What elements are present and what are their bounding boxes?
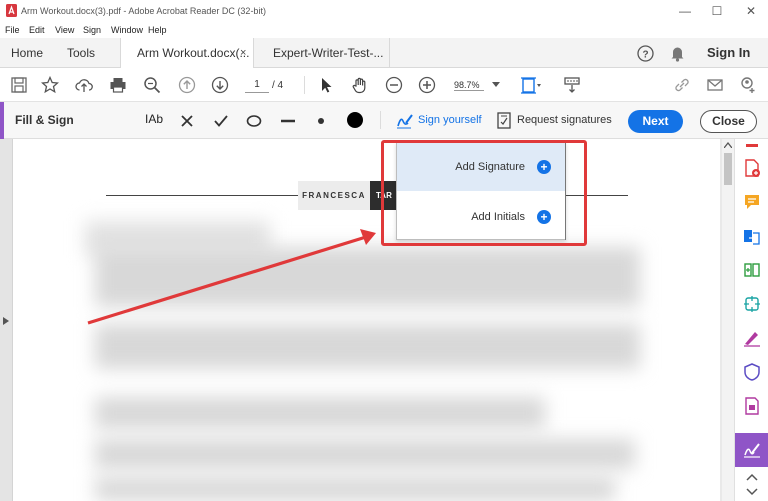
page-number-input[interactable]: 1	[245, 77, 269, 93]
hand-tool-icon[interactable]	[351, 76, 369, 94]
sign-tool-icon	[744, 443, 760, 458]
edit-pdf-form-icon[interactable]	[743, 397, 761, 415]
title-bar: Arm Workout.docx(3).pdf - Adobe Acrobat …	[0, 0, 768, 22]
dot-shape-icon[interactable]	[316, 113, 326, 129]
signature-pen-icon	[397, 114, 413, 129]
zoom-in-icon[interactable]	[418, 76, 436, 94]
scrollbar-thumb[interactable]	[724, 153, 732, 185]
left-panel-toggle[interactable]	[0, 139, 13, 501]
request-document-icon	[497, 112, 511, 129]
help-icon[interactable]: ?	[637, 45, 654, 62]
blurred-text-block	[95, 477, 615, 501]
circle-shape-icon[interactable]	[246, 113, 262, 129]
page-fit-icon[interactable]	[520, 76, 542, 94]
tab-document-label: Expert-Writer-Test-...	[273, 46, 384, 60]
document-name-banner: FRANCESCA	[298, 181, 370, 210]
scroll-mode-icon[interactable]	[563, 76, 581, 94]
fill-sign-label: Fill & Sign	[15, 113, 74, 127]
share-user-icon[interactable]	[739, 76, 757, 94]
tab-home[interactable]: Home	[11, 38, 43, 68]
tab-document-label: Arm Workout.docx(...	[137, 46, 250, 60]
acrobat-app-icon	[6, 4, 17, 17]
window-title: Arm Workout.docx(3).pdf - Adobe Acrobat …	[21, 6, 266, 16]
fill-sign-divider	[380, 111, 381, 129]
blurred-text-block	[95, 439, 635, 469]
expand-left-panel-icon[interactable]	[3, 317, 9, 325]
line-shape-icon[interactable]	[280, 113, 296, 129]
export-pdf-icon[interactable]	[743, 227, 761, 245]
highlight-annotation-box	[381, 140, 587, 246]
request-signatures-button[interactable]: Request signatures	[497, 111, 612, 131]
zoom-out-icon[interactable]	[385, 76, 403, 94]
next-page-icon[interactable]	[211, 76, 229, 94]
add-text-tool-button[interactable]: IAb	[145, 112, 163, 126]
create-pdf-icon[interactable]	[743, 159, 761, 177]
print-icon[interactable]	[109, 76, 127, 94]
menu-view[interactable]: View	[55, 25, 74, 35]
main-toolbar: 1 / 4 98.7%	[0, 68, 768, 102]
sign-yourself-label: Sign yourself	[418, 114, 482, 126]
fill-sign-icon[interactable]	[743, 329, 761, 347]
panel-scroll-down-icon[interactable]	[743, 487, 761, 497]
next-button[interactable]: Next	[628, 110, 683, 133]
active-tool-highlight[interactable]	[735, 433, 768, 467]
comment-icon[interactable]	[743, 193, 761, 211]
protect-shield-icon[interactable]	[743, 363, 761, 381]
annotation-arrow-icon	[87, 229, 376, 325]
menu-sign[interactable]: Sign	[83, 25, 101, 35]
header-rule-left	[106, 195, 298, 196]
tab-close-icon[interactable]: ×	[240, 38, 246, 68]
minimize-button[interactable]: —	[674, 3, 696, 19]
organize-pages-icon[interactable]	[743, 261, 761, 279]
fill-sign-toolbar: Fill & Sign IAb Sign yourself Request si…	[0, 102, 768, 139]
menu-edit[interactable]: Edit	[29, 25, 45, 35]
right-tools-panel	[734, 139, 768, 501]
tab-tools[interactable]: Tools	[67, 38, 95, 68]
menu-help[interactable]: Help	[148, 25, 167, 35]
toolbar-divider	[304, 76, 305, 94]
scroll-up-icon[interactable]	[724, 142, 732, 148]
email-icon[interactable]	[706, 76, 724, 94]
panel-scroll-up-icon[interactable]	[743, 472, 761, 482]
tab-document-arm-workout[interactable]: Arm Workout.docx(... ×	[120, 38, 254, 68]
request-signatures-label: Request signatures	[517, 114, 612, 126]
page-count: / 4	[272, 80, 284, 91]
sign-in-link[interactable]: Sign In	[707, 38, 750, 68]
checkmark-icon[interactable]	[213, 113, 229, 129]
tab-bar: Home Tools Arm Workout.docx(... × Expert…	[0, 38, 768, 68]
vertical-scrollbar[interactable]	[722, 139, 734, 501]
upload-cloud-icon[interactable]	[75, 76, 93, 94]
blurred-text-block	[95, 397, 545, 429]
search-icon[interactable]	[143, 76, 161, 94]
menu-file[interactable]: File	[5, 25, 20, 35]
compress-pdf-icon[interactable]	[743, 295, 761, 313]
select-cursor-icon[interactable]	[317, 76, 335, 94]
notification-bell-icon[interactable]	[670, 45, 685, 62]
link-icon[interactable]	[673, 76, 691, 94]
tab-document-expert-writer[interactable]: Expert-Writer-Test-...	[254, 38, 390, 68]
color-picker-icon[interactable]	[346, 111, 364, 129]
menu-bar: File Edit View Sign Window Help	[0, 22, 768, 38]
previous-page-icon[interactable]	[178, 76, 196, 94]
save-icon[interactable]	[10, 76, 28, 94]
partial-tool-icon[interactable]	[743, 139, 761, 147]
zoom-dropdown-chevron-icon[interactable]	[492, 82, 500, 88]
sign-yourself-button[interactable]: Sign yourself	[396, 111, 482, 131]
help-glyph: ?	[642, 50, 648, 61]
maximize-button[interactable]: ☐	[706, 3, 728, 19]
bookmark-star-icon[interactable]	[41, 76, 59, 94]
close-fill-sign-button[interactable]: Close	[700, 110, 757, 133]
zoom-level-dropdown[interactable]: 98.7%	[454, 80, 484, 91]
cross-mark-icon[interactable]	[180, 113, 194, 129]
fill-sign-accent-bar	[0, 102, 4, 139]
window-close-button[interactable]: ✕	[740, 3, 762, 19]
menu-window[interactable]: Window	[111, 25, 143, 35]
